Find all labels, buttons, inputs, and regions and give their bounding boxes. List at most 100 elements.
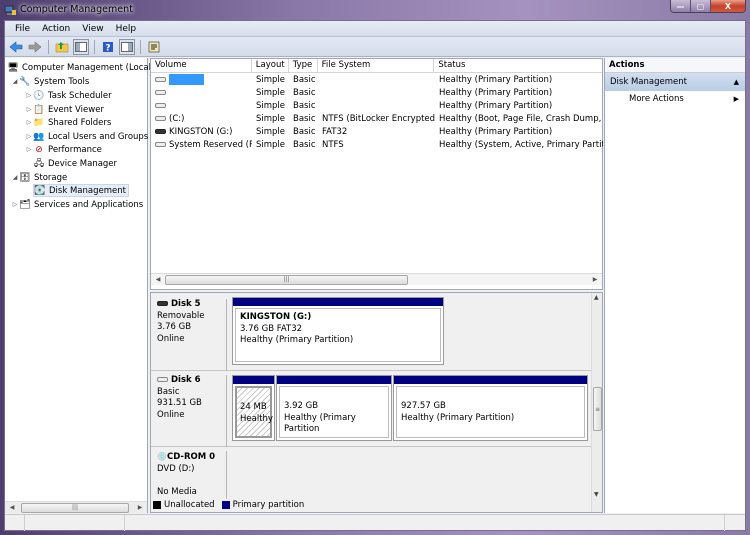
collapse-up-icon[interactable]: ▲ <box>734 73 739 91</box>
tree-item-device-manager[interactable]: 🖧 Device Manager <box>33 157 117 170</box>
cdrom-icon: 💿 <box>157 452 167 461</box>
scroll-up-icon[interactable]: ▲ <box>594 294 599 301</box>
menu-bar: File Action View Help <box>5 21 745 37</box>
up-folder-icon <box>55 41 69 52</box>
forward-button[interactable] <box>27 39 43 55</box>
volume-cell-volume <box>151 87 252 100</box>
scroll-right-icon[interactable]: ▶ <box>135 503 145 513</box>
menu-action[interactable]: Action <box>36 24 76 34</box>
disk-row-disk-6: Disk 6 Basic 931.51 GB Online 24 MB Heal… <box>151 371 591 447</box>
volume-cell-type: Basic <box>293 127 316 137</box>
scroll-left-icon[interactable]: ◀ <box>7 503 17 513</box>
volume-cell-volume <box>151 74 252 87</box>
partition-927-57gb[interactable]: 927.57 GB Healthy (Primary Partition) <box>393 375 588 441</box>
disk-label[interactable]: 💿CD-ROM 0 DVD (D:) No Media <box>151 451 227 499</box>
primary-partition-swatch <box>221 501 230 509</box>
tree-item-system-tools[interactable]: ◢ 🔧 System Tools <box>11 75 90 88</box>
volume-disk-icon <box>155 103 166 108</box>
partition-kingston-g[interactable]: KINGSTON (G:) 3.76 GB FAT32 Healthy (Pri… <box>232 297 444 365</box>
column-header-type[interactable]: Type <box>289 59 318 73</box>
column-header-volume[interactable]: Volume <box>151 59 252 73</box>
scroll-down-icon[interactable]: ▼ <box>594 491 599 498</box>
collapse-icon[interactable]: ◢ <box>11 174 19 181</box>
tree-item-services-applications[interactable]: ▷ 🗂 Services and Applications <box>11 198 143 211</box>
expand-icon[interactable]: ▷ <box>25 92 33 99</box>
disk-management-icon: 💽 <box>34 185 46 196</box>
volume-list-horizontal-scrollbar[interactable]: ◀ ||| ▶ <box>151 273 602 285</box>
expand-icon[interactable]: ▷ <box>25 106 33 113</box>
volume-row[interactable]: Simple Basic Healthy (Primary Partition) <box>151 74 603 87</box>
tree-item-event-viewer[interactable]: ▷ 📋 Event Viewer <box>25 103 104 116</box>
volume-cell-layout: Simple <box>256 88 286 98</box>
primary-partition-bar <box>233 298 443 306</box>
up-button[interactable] <box>54 39 70 55</box>
disk-map: Disk 5 Removable 3.76 GB Online KINGSTON… <box>150 292 603 513</box>
tree-horizontal-scrollbar[interactable]: ◀ ||| ▶ <box>5 501 147 513</box>
tree-item-shared-folders[interactable]: ▷ 📁 Shared Folders <box>25 116 112 129</box>
actions-pane: Actions Disk Management ▲ More Actions ▶ <box>604 58 745 513</box>
maximize-button[interactable]: ▢ <box>691 0 711 12</box>
tree-item-disk-management[interactable]: 💽 Disk Management <box>33 184 129 197</box>
forward-arrow-icon <box>28 40 42 53</box>
expand-icon[interactable]: ▷ <box>11 201 19 208</box>
collapse-icon[interactable]: ◢ <box>11 78 19 85</box>
actions-section-disk-management[interactable]: Disk Management ▲ <box>605 73 745 91</box>
status-segment <box>125 515 725 531</box>
scroll-thumb[interactable]: ||| <box>21 503 129 513</box>
svg-text:?: ? <box>105 43 110 53</box>
volume-cell-status: Healthy (System, Active, Primary Partiti… <box>439 140 603 150</box>
scroll-thumb[interactable]: ||| <box>165 275 408 285</box>
tree-item-storage[interactable]: ◢ 🗄 Storage <box>11 171 68 184</box>
tree-item-performance[interactable]: ▷ ⊘ Performance <box>25 143 102 156</box>
volume-cell-fs: NTFS <box>322 140 344 150</box>
more-actions-item[interactable]: More Actions ▶ <box>605 91 745 107</box>
client-area: File Action View Help ? 🖥 Computer Manag… <box>4 20 746 531</box>
volume-row[interactable]: Simple Basic Healthy (Primary Partition) <box>151 87 603 100</box>
window: Computer Management — ▢ X File Action Vi… <box>0 0 750 535</box>
volume-row[interactable]: Simple Basic Healthy (Primary Partition) <box>151 100 603 113</box>
basic-disk-icon <box>157 377 168 382</box>
column-header-file-system[interactable]: File System <box>318 59 435 73</box>
actions-header: Actions <box>605 58 745 73</box>
scroll-thumb[interactable]: ≡ <box>593 387 602 431</box>
volume-row[interactable]: KINGSTON (G:) Simple Basic FAT32 Healthy (Pr… <box>151 126 603 139</box>
expand-icon[interactable]: ▷ <box>25 146 33 153</box>
expand-icon[interactable]: ▷ <box>25 133 33 140</box>
status-segment <box>25 515 125 531</box>
event-viewer-icon: 📋 <box>33 104 45 115</box>
menu-file[interactable]: File <box>9 24 36 34</box>
expand-icon[interactable]: ▷ <box>25 119 33 126</box>
disk-label[interactable]: Disk 5 Removable 3.76 GB Online <box>151 299 227 371</box>
menu-help[interactable]: Help <box>110 24 143 34</box>
tree-item-task-scheduler[interactable]: ▷ 🕓 Task Scheduler <box>25 89 112 102</box>
column-header-layout[interactable]: Layout <box>252 59 289 73</box>
show-hide-console-tree-button[interactable] <box>73 38 89 55</box>
column-header-status[interactable]: Status <box>434 59 602 73</box>
tree-item-computer-management[interactable]: 🖥 Computer Management (Local <box>7 61 151 74</box>
scroll-right-icon[interactable]: ▶ <box>590 275 600 285</box>
action-pane-icon <box>121 41 133 52</box>
back-button[interactable] <box>8 39 24 55</box>
volume-cell-status: Healthy (Primary Partition) <box>439 127 553 137</box>
unallocated-swatch <box>153 501 161 509</box>
minimize-button[interactable]: — <box>671 0 691 12</box>
menu-view[interactable]: View <box>76 24 109 34</box>
scroll-left-icon[interactable]: ◀ <box>153 275 163 285</box>
volume-cell-layout: Simple <box>256 127 286 137</box>
help-button[interactable]: ? <box>100 39 116 55</box>
tree-item-local-users-groups[interactable]: ▷ 👥 Local Users and Groups <box>25 130 149 143</box>
disk-label[interactable]: Disk 6 Basic 931.51 GB Online <box>151 375 227 447</box>
disk-map-vertical-scrollbar[interactable]: ▲ ≡ ▼ <box>591 293 602 512</box>
show-hide-action-pane-button[interactable] <box>119 38 135 55</box>
partition-3-92gb[interactable]: 3.92 GB Healthy (Primary Partition <box>276 375 392 441</box>
volume-row[interactable]: System Reserved (P:) Simple Basic NTFS Healt… <box>151 139 603 152</box>
volume-row[interactable]: (C:) Simple Basic NTFS (BitLocker Encrypted… <box>151 113 603 126</box>
properties-button[interactable] <box>146 39 162 55</box>
volume-disk-icon <box>155 77 166 82</box>
volume-cell-layout: Simple <box>256 114 286 124</box>
partition-24mb[interactable]: 24 MB Healthy <box>232 375 275 441</box>
disk-row-disk-5: Disk 5 Removable 3.76 GB Online KINGSTON… <box>151 293 591 371</box>
help-icon: ? <box>103 41 113 53</box>
status-bar <box>5 514 745 531</box>
close-button[interactable]: X <box>711 0 745 12</box>
